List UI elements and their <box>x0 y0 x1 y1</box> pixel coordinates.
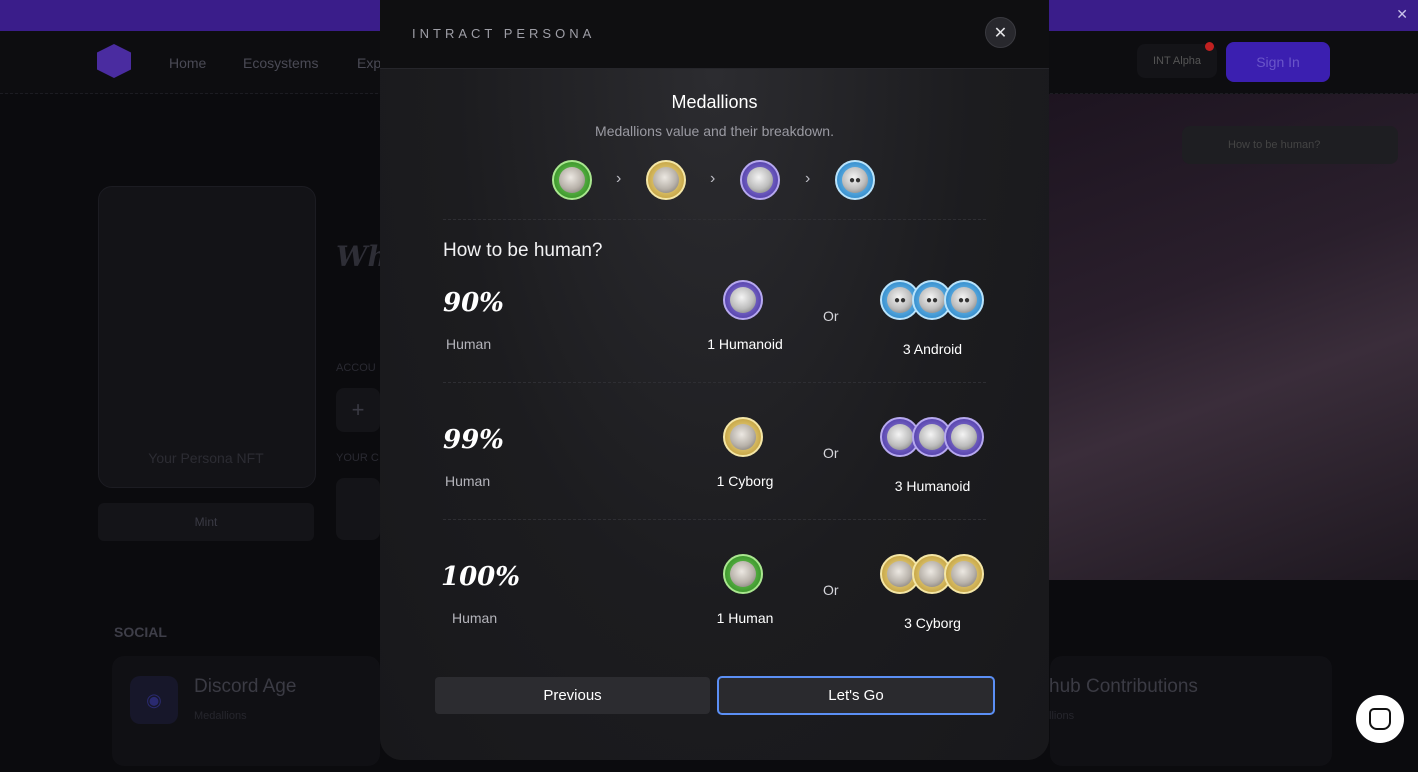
tier-label: Human <box>446 336 492 352</box>
github-contributions-sub: llions <box>1049 710 1075 722</box>
divider <box>443 519 986 520</box>
nav-explore[interactable]: Exp <box>357 55 381 71</box>
tier-label: Human <box>452 610 498 626</box>
cyborg-medallion-icon <box>723 417 763 457</box>
mint-button[interactable]: Mint <box>98 503 314 541</box>
chat-support-button[interactable] <box>1356 695 1404 743</box>
how-to-be-human-pill[interactable]: How to be human? <box>1182 126 1398 164</box>
tier-percent: 90% <box>443 288 504 318</box>
social-heading: SOCIAL <box>114 624 167 640</box>
notification-dot <box>1205 42 1214 51</box>
single-medallion-label: 1 Human <box>716 610 774 626</box>
how-to-be-human-title: How to be human? <box>443 240 603 261</box>
account-tile[interactable] <box>336 478 380 540</box>
or-label: Or <box>823 445 839 461</box>
previous-button[interactable]: Previous <box>435 677 710 714</box>
humanoid-medallion-icon <box>740 160 780 200</box>
modal-header: INTRACT PERSONA ✕ <box>380 0 1049 69</box>
lets-go-button[interactable]: Let's Go <box>717 676 995 715</box>
triple-medallion-label: 3 Cyborg <box>904 615 961 631</box>
your-label: YOUR C <box>336 452 379 464</box>
divider <box>443 382 986 383</box>
or-label: Or <box>823 308 839 324</box>
humanoid-medallion-icon <box>723 280 763 320</box>
nav-home[interactable]: Home <box>169 55 206 71</box>
or-label: Or <box>823 582 839 598</box>
cyborg-medallion-icon <box>944 554 984 594</box>
triple-medallion-label: 3 Android <box>902 341 963 357</box>
persona-nft-label: Your Persona NFT <box>148 450 264 466</box>
modal-close-button[interactable]: ✕ <box>985 17 1016 48</box>
discord-age-title: Discord Age <box>194 676 297 697</box>
close-icon[interactable]: ✕ <box>1396 6 1408 23</box>
triple-medallion <box>880 554 990 600</box>
discord-icon: ◉ <box>130 676 178 724</box>
single-medallion-label: 1 Humanoid <box>707 336 783 352</box>
modal-title: INTRACT PERSONA <box>412 26 596 41</box>
medallion-progression: › › › ●● <box>550 158 880 202</box>
single-medallion <box>723 554 769 600</box>
persona-nft-card <box>98 186 316 488</box>
chevron-right-icon: › <box>805 170 811 187</box>
triple-medallion-label: 3 Humanoid <box>894 478 971 494</box>
tier-percent: 100% <box>441 562 520 592</box>
single-medallion-label: 1 Cyborg <box>716 473 774 489</box>
tier-99: 99% Human 1 Cyborg Or 3 Humanoid <box>435 417 985 559</box>
github-contributions-card[interactable] <box>1050 656 1332 766</box>
humanoid-medallion-icon <box>944 417 984 457</box>
cyborg-medallion-icon <box>646 160 686 200</box>
triple-medallion <box>880 417 990 463</box>
android-medallion-icon: ●● <box>944 280 984 320</box>
add-account-button[interactable]: + <box>336 388 380 432</box>
github-contributions-title: hub Contributions <box>1049 676 1198 697</box>
single-medallion <box>723 417 769 463</box>
intract-persona-modal: INTRACT PERSONA ✕ Medallions Medallions … <box>380 0 1049 760</box>
nav-ecosystems[interactable]: Ecosystems <box>243 55 318 71</box>
tier-90: 90% Human 1 Humanoid Or ●● ●● ●● 3 Andro… <box>435 280 985 422</box>
medallions-title: Medallions <box>671 92 758 112</box>
chevron-right-icon: › <box>710 170 716 187</box>
chat-icon <box>1369 708 1391 730</box>
android-medallion-icon: ●● <box>835 160 875 200</box>
close-icon: ✕ <box>993 24 1008 42</box>
divider <box>443 219 986 220</box>
single-medallion <box>723 280 769 326</box>
medallions-subtitle: Medallions value and their breakdown. <box>595 123 834 139</box>
sign-in-button[interactable]: Sign In <box>1226 42 1330 82</box>
triple-medallion: ●● ●● ●● <box>880 280 990 326</box>
accounts-label: ACCOU <box>336 362 376 374</box>
discord-age-sub: Medallions <box>194 710 247 722</box>
hero-image <box>1040 94 1418 580</box>
tier-percent: 99% <box>443 425 504 455</box>
human-medallion-icon <box>552 160 592 200</box>
human-medallion-icon <box>723 554 763 594</box>
tier-label: Human <box>445 473 491 489</box>
chevron-right-icon: › <box>616 170 622 187</box>
